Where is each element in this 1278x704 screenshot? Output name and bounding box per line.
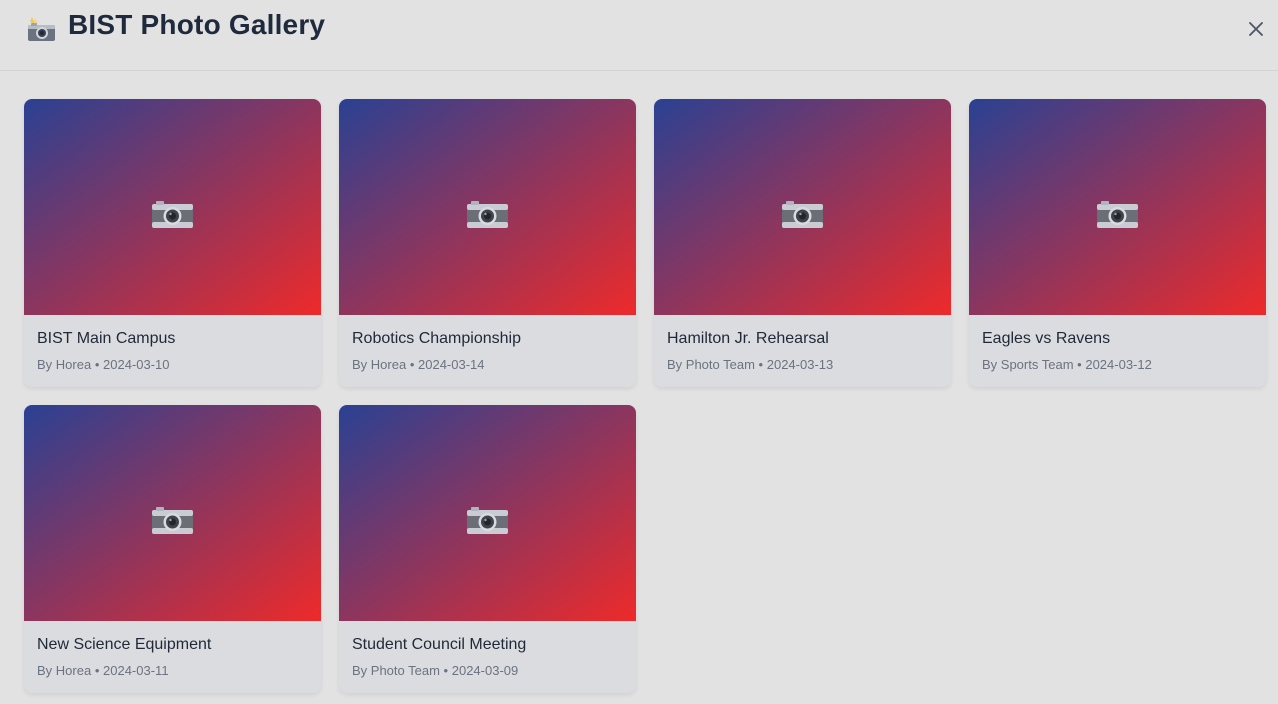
photo-card[interactable]: New Science Equipment By Horea • 2024-03-… [24,405,321,693]
photo-meta: By Horea • 2024-03-14 [352,357,485,372]
photo-date: 2024-03-12 [1085,357,1152,372]
close-icon[interactable] [1246,19,1266,39]
photo-card[interactable]: Hamilton Jr. Rehearsal By Photo Team • 20… [654,99,951,387]
photo-date: 2024-03-11 [103,663,169,678]
photo-author: By Horea [352,357,407,372]
meta-separator: • [1077,357,1082,372]
photo-author: By Horea [37,357,92,372]
camera-icon [152,201,193,228]
camera-icon [1097,201,1138,228]
photo-meta: By Horea • 2024-03-10 [37,357,170,372]
meta-separator: • [758,357,764,372]
camera-icon [782,201,823,228]
photo-thumbnail[interactable] [339,405,636,621]
photo-card[interactable]: Robotics Championship By Horea • 2024-03-… [339,99,636,387]
photo-author: By Sports Team [982,357,1074,372]
photo-title: BIST Main Campus [37,330,176,347]
photo-title: New Science Equipment [37,636,212,653]
photo-date: 2024-03-09 [451,663,519,678]
photo-card[interactable]: Student Council Meeting By Photo Team • 2… [339,405,636,693]
camera-icon [152,507,193,534]
page-title: BIST Photo Gallery [68,9,326,40]
photo-author: By Photo Team [667,357,755,372]
photo-thumbnail[interactable] [24,405,321,621]
photo-author: By Photo Team [352,663,440,678]
gallery-header: BIST Photo Gallery [0,0,1278,71]
camera-icon [467,201,508,228]
photo-thumbnail[interactable] [654,99,951,315]
photo-date: 2024-03-10 [103,357,170,372]
photo-title: Robotics Championship [352,330,521,347]
photo-title: Student Council Meeting [352,636,527,653]
meta-separator: • [94,357,100,372]
photo-meta: By Photo Team • 2024-03-09 [352,663,518,678]
photo-title: Hamilton Jr. Rehearsal [667,330,829,347]
meta-separator: • [443,663,449,678]
camera-with-flash-icon [28,17,55,41]
meta-separator: • [94,663,100,678]
photo-thumbnail[interactable] [339,99,636,315]
photo-author: By Horea [37,663,92,678]
photo-title: Eagles vs Ravens [982,330,1111,347]
photo-meta: By Horea • 2024-03-11 [37,663,169,678]
photo-card[interactable]: BIST Main Campus By Horea • 2024-03-10 [24,99,321,387]
photo-date: 2024-03-14 [418,357,485,372]
meta-separator: • [409,357,415,372]
photo-card[interactable]: Eagles vs Ravens By Sports Team • 2024-03… [969,99,1266,387]
camera-icon [467,507,508,534]
photo-date: 2024-03-13 [766,357,834,372]
photo-meta: By Photo Team • 2024-03-13 [667,357,833,372]
photo-thumbnail[interactable] [969,99,1266,315]
photo-meta: By Sports Team • 2024-03-12 [982,357,1152,372]
photo-thumbnail[interactable] [24,99,321,315]
